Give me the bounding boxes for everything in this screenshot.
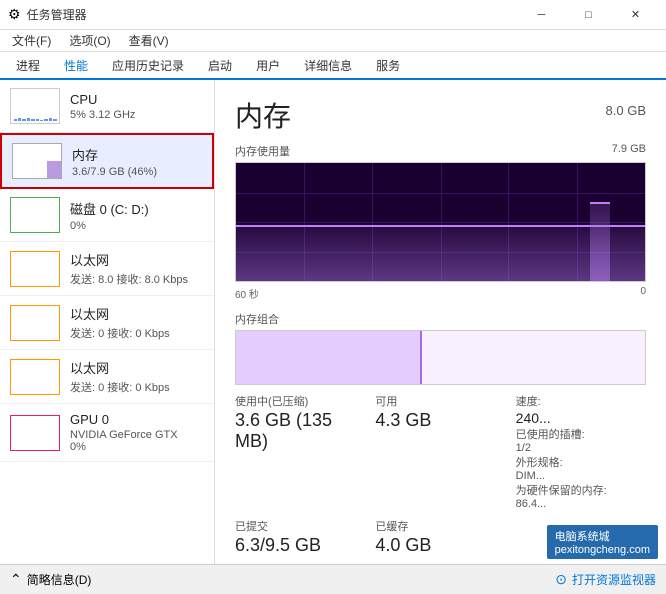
- sidebar: CPU 5% 3.12 GHz 内存 3.6/7.9 GB (46%) 磁盘 0…: [0, 80, 215, 564]
- stats-grid: 使用中(已压缩) 3.6 GB (135 MB) 可用 4.3 GB 速度: 2…: [235, 393, 646, 564]
- stat-committed: 已提交 6.3/9.5 GB: [235, 518, 365, 556]
- tab-startup[interactable]: 启动: [196, 53, 244, 80]
- main-content: CPU 5% 3.12 GHz 内存 3.6/7.9 GB (46%) 磁盘 0…: [0, 80, 666, 564]
- stat-available-label: 可用: [375, 393, 505, 409]
- monitor-label: 打开资源监视器: [572, 571, 656, 588]
- memory-label: 内存: [72, 145, 202, 164]
- tab-bar: 进程 性能 应用历史记录 启动 用户 详细信息 服务: [0, 52, 666, 80]
- eth1-label: 以太网: [70, 250, 204, 269]
- time-start: 60 秒: [235, 286, 259, 301]
- memory-graph-fill: [236, 227, 645, 281]
- memory-value: 3.6/7.9 GB (46%): [72, 166, 202, 178]
- menu-bar: 文件(F) 选项(O) 查看(V): [0, 30, 666, 52]
- stat-slot-label: 已使用的插槽:: [516, 426, 646, 442]
- stat-inuse: 使用中(已压缩) 3.6 GB (135 MB): [235, 393, 365, 510]
- eth2-thumbnail: [10, 305, 60, 341]
- eth1-thumbnail: [10, 251, 60, 287]
- tab-users[interactable]: 用户: [244, 53, 292, 80]
- stat-slot-value: 1/2: [516, 442, 646, 454]
- title-bar: ⚙ 任务管理器 ─ □ ✕: [0, 0, 666, 30]
- app-title: 任务管理器: [27, 6, 87, 23]
- stat-available: 可用 4.3 GB: [375, 393, 505, 510]
- stat-placeholder: [516, 518, 646, 556]
- comp-section-label: 内存组合: [235, 311, 646, 327]
- comp-divider: [420, 331, 422, 384]
- disk-value: 0%: [70, 220, 204, 232]
- stat-cached: 已缓存 4.0 GB: [375, 518, 505, 556]
- panel-total: 8.0 GB: [606, 103, 646, 118]
- stat-reserved-value: 86.4...: [516, 498, 646, 510]
- gpu-value: NVIDIA GeForce GTX0%: [70, 429, 204, 453]
- stat-committed-label: 已提交: [235, 518, 365, 534]
- sidebar-item-gpu[interactable]: GPU 0 NVIDIA GeForce GTX0%: [0, 404, 214, 462]
- sidebar-item-eth3[interactable]: 以太网 发送: 0 接收: 0 Kbps: [0, 350, 214, 404]
- sidebar-item-memory[interactable]: 内存 3.6/7.9 GB (46%): [0, 133, 214, 189]
- right-panel: 内存 8.0 GB 内存使用量 7.9 GB: [215, 80, 666, 564]
- close-button[interactable]: ✕: [613, 0, 658, 30]
- sidebar-item-eth1[interactable]: 以太网 发送: 8.0 接收: 8.0 Kbps: [0, 242, 214, 296]
- panel-header: 内存 8.0 GB: [235, 95, 646, 135]
- tab-services[interactable]: 服务: [364, 53, 412, 80]
- stat-speed: 速度: 240... 已使用的插槽: 1/2 外形规格: DIM... 为硬件保…: [516, 393, 646, 510]
- time-end: 0: [640, 286, 646, 301]
- memory-thumbnail: [12, 143, 62, 179]
- total-value: 8.0 GB: [606, 103, 646, 118]
- minimize-button[interactable]: ─: [519, 0, 564, 30]
- stat-cached-value: 4.0 GB: [375, 535, 505, 556]
- disk-thumbnail: [10, 197, 60, 233]
- panel-title: 内存: [235, 95, 291, 135]
- gpu-thumbnail: [10, 415, 60, 451]
- resource-monitor-button[interactable]: ⊙ 打开资源监视器: [555, 571, 656, 588]
- disk-label: 磁盘 0 (C: D:): [70, 199, 204, 218]
- summary-button[interactable]: ⌃ 简略信息(D): [10, 571, 91, 588]
- eth3-value: 发送: 0 接收: 0 Kbps: [70, 379, 204, 395]
- memory-usage-graph: [235, 162, 646, 282]
- cpu-value: 5% 3.12 GHz: [70, 109, 204, 121]
- stat-inuse-label: 使用中(已压缩): [235, 393, 365, 409]
- eth2-label: 以太网: [70, 304, 204, 323]
- status-bar: ⌃ 简略信息(D) ⊙ 打开资源监视器: [0, 564, 666, 594]
- usage-section-label: 内存使用量 7.9 GB: [235, 143, 646, 159]
- chevron-up-icon: ⌃: [10, 571, 22, 588]
- graph-time-labels: 60 秒 0: [235, 286, 646, 301]
- menu-view[interactable]: 查看(V): [121, 30, 177, 51]
- summary-label: 简略信息(D): [27, 571, 92, 588]
- cpu-label: CPU: [70, 92, 204, 107]
- menu-options[interactable]: 选项(O): [61, 30, 118, 51]
- stat-form-label: 外形规格:: [516, 454, 646, 470]
- sidebar-item-eth2[interactable]: 以太网 发送: 0 接收: 0 Kbps: [0, 296, 214, 350]
- stat-speed-label: 速度:: [516, 393, 646, 409]
- stat-form-value: DIM...: [516, 470, 646, 482]
- stat-committed-value: 6.3/9.5 GB: [235, 535, 365, 556]
- eth2-value: 发送: 0 接收: 0 Kbps: [70, 325, 204, 341]
- memory-graph-spike: [590, 204, 610, 281]
- sidebar-item-disk[interactable]: 磁盘 0 (C: D:) 0%: [0, 189, 214, 242]
- app-icon: ⚙: [8, 6, 21, 23]
- gpu-label: GPU 0: [70, 412, 204, 427]
- memory-graph-line: [236, 225, 645, 227]
- cpu-thumbnail: [10, 88, 60, 124]
- tab-process[interactable]: 进程: [4, 53, 52, 80]
- eth3-label: 以太网: [70, 358, 204, 377]
- sidebar-item-cpu[interactable]: CPU 5% 3.12 GHz: [0, 80, 214, 133]
- eth1-value: 发送: 8.0 接收: 8.0 Kbps: [70, 271, 204, 287]
- stat-cached-label: 已缓存: [375, 518, 505, 534]
- maximize-button[interactable]: □: [566, 0, 611, 30]
- stat-reserved-label: 为硬件保留的内存:: [516, 482, 646, 498]
- stat-speed-value: 240...: [516, 410, 646, 426]
- menu-file[interactable]: 文件(F): [4, 30, 59, 51]
- monitor-icon: ⊙: [555, 571, 567, 588]
- stat-inuse-value: 3.6 GB (135 MB): [235, 410, 365, 452]
- tab-history[interactable]: 应用历史记录: [100, 53, 196, 80]
- stat-available-value: 4.3 GB: [375, 410, 505, 431]
- eth3-thumbnail: [10, 359, 60, 395]
- tab-performance[interactable]: 性能: [52, 53, 100, 80]
- memory-composition-graph: [235, 330, 646, 385]
- comp-used-fill: [236, 331, 420, 384]
- memory-graph-spike-line: [590, 202, 610, 204]
- tab-details[interactable]: 详细信息: [292, 53, 364, 80]
